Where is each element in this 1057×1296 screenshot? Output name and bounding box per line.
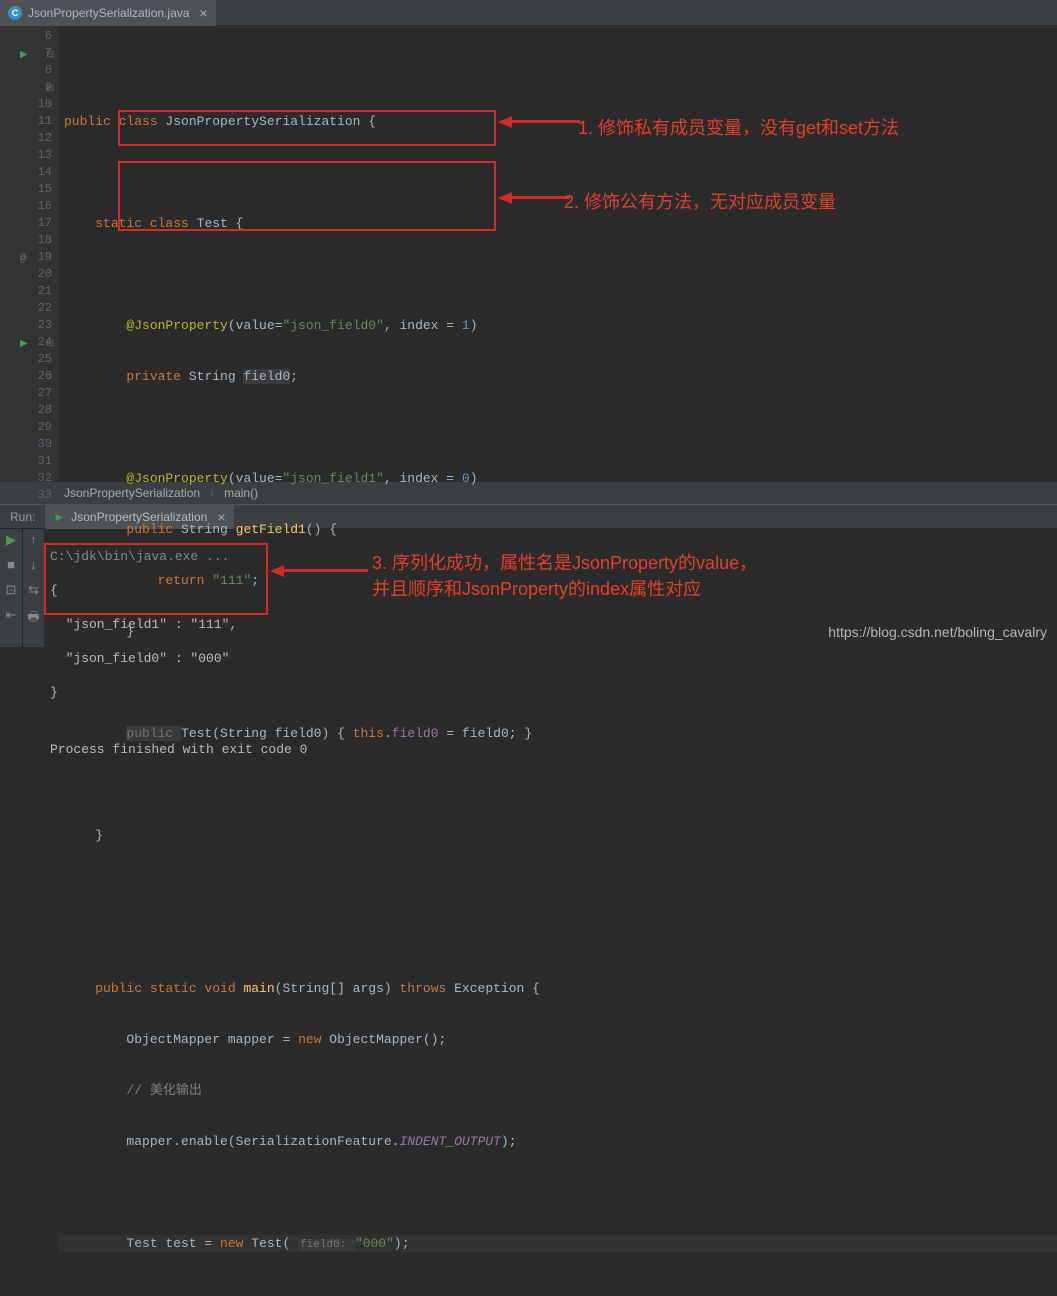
tab-filename: JsonPropertySerialization.java — [28, 6, 189, 20]
code-editor[interactable]: 6 7▶⊟ 8 9⊟ 10 11 12 13 14 15 16 17 18 19… — [0, 26, 1057, 482]
run-toolbar-left: ▶ ■ ⊡ ⇤ — [0, 529, 22, 647]
console-line: "json_field0" : "000" — [50, 650, 1051, 667]
wrap-icon[interactable]: ⇆ — [28, 583, 39, 598]
exit-icon[interactable]: ⇤ — [6, 608, 17, 623]
watermark: https://blog.csdn.net/boling_cavalry — [828, 624, 1047, 640]
print-icon[interactable]: 🖶 — [27, 608, 39, 630]
java-class-icon: C — [8, 6, 22, 20]
annotation-text-3a: 3. 序列化成功，属性名是JsonProperty的value， — [372, 555, 757, 572]
line-gutter: 6 7▶⊟ 8 9⊟ 10 11 12 13 14 15 16 17 18 19… — [0, 26, 58, 482]
stop-icon[interactable]: ■ — [7, 558, 15, 573]
camera-icon[interactable]: ⊡ — [6, 583, 17, 598]
run-label: Run: — [0, 510, 45, 524]
annotation-text-3b: 并且顺序和JsonProperty的index属性对应 — [372, 581, 701, 598]
close-icon[interactable]: × — [199, 5, 207, 21]
editor-tab[interactable]: C JsonPropertySerialization.java × — [0, 0, 216, 26]
code-content[interactable]: public class JsonPropertySerialization {… — [58, 26, 1057, 482]
editor-tab-bar: C JsonPropertySerialization.java × — [0, 0, 1057, 26]
run-toolbar-2: ↑ ↓ ⇆ 🖶 — [22, 529, 44, 647]
annotation-text-2: 2. 修饰公有方法，无对应成员变量 — [564, 188, 836, 214]
down-icon[interactable]: ↓ — [30, 558, 38, 573]
console-line: } — [50, 684, 1051, 701]
up-icon[interactable]: ↑ — [30, 533, 38, 548]
annotation-text-1: 1. 修饰私有成员变量，没有get和set方法 — [578, 114, 899, 140]
rerun-icon[interactable]: ▶ — [6, 533, 16, 548]
console-exit: Process finished with exit code 0 — [50, 741, 1051, 758]
